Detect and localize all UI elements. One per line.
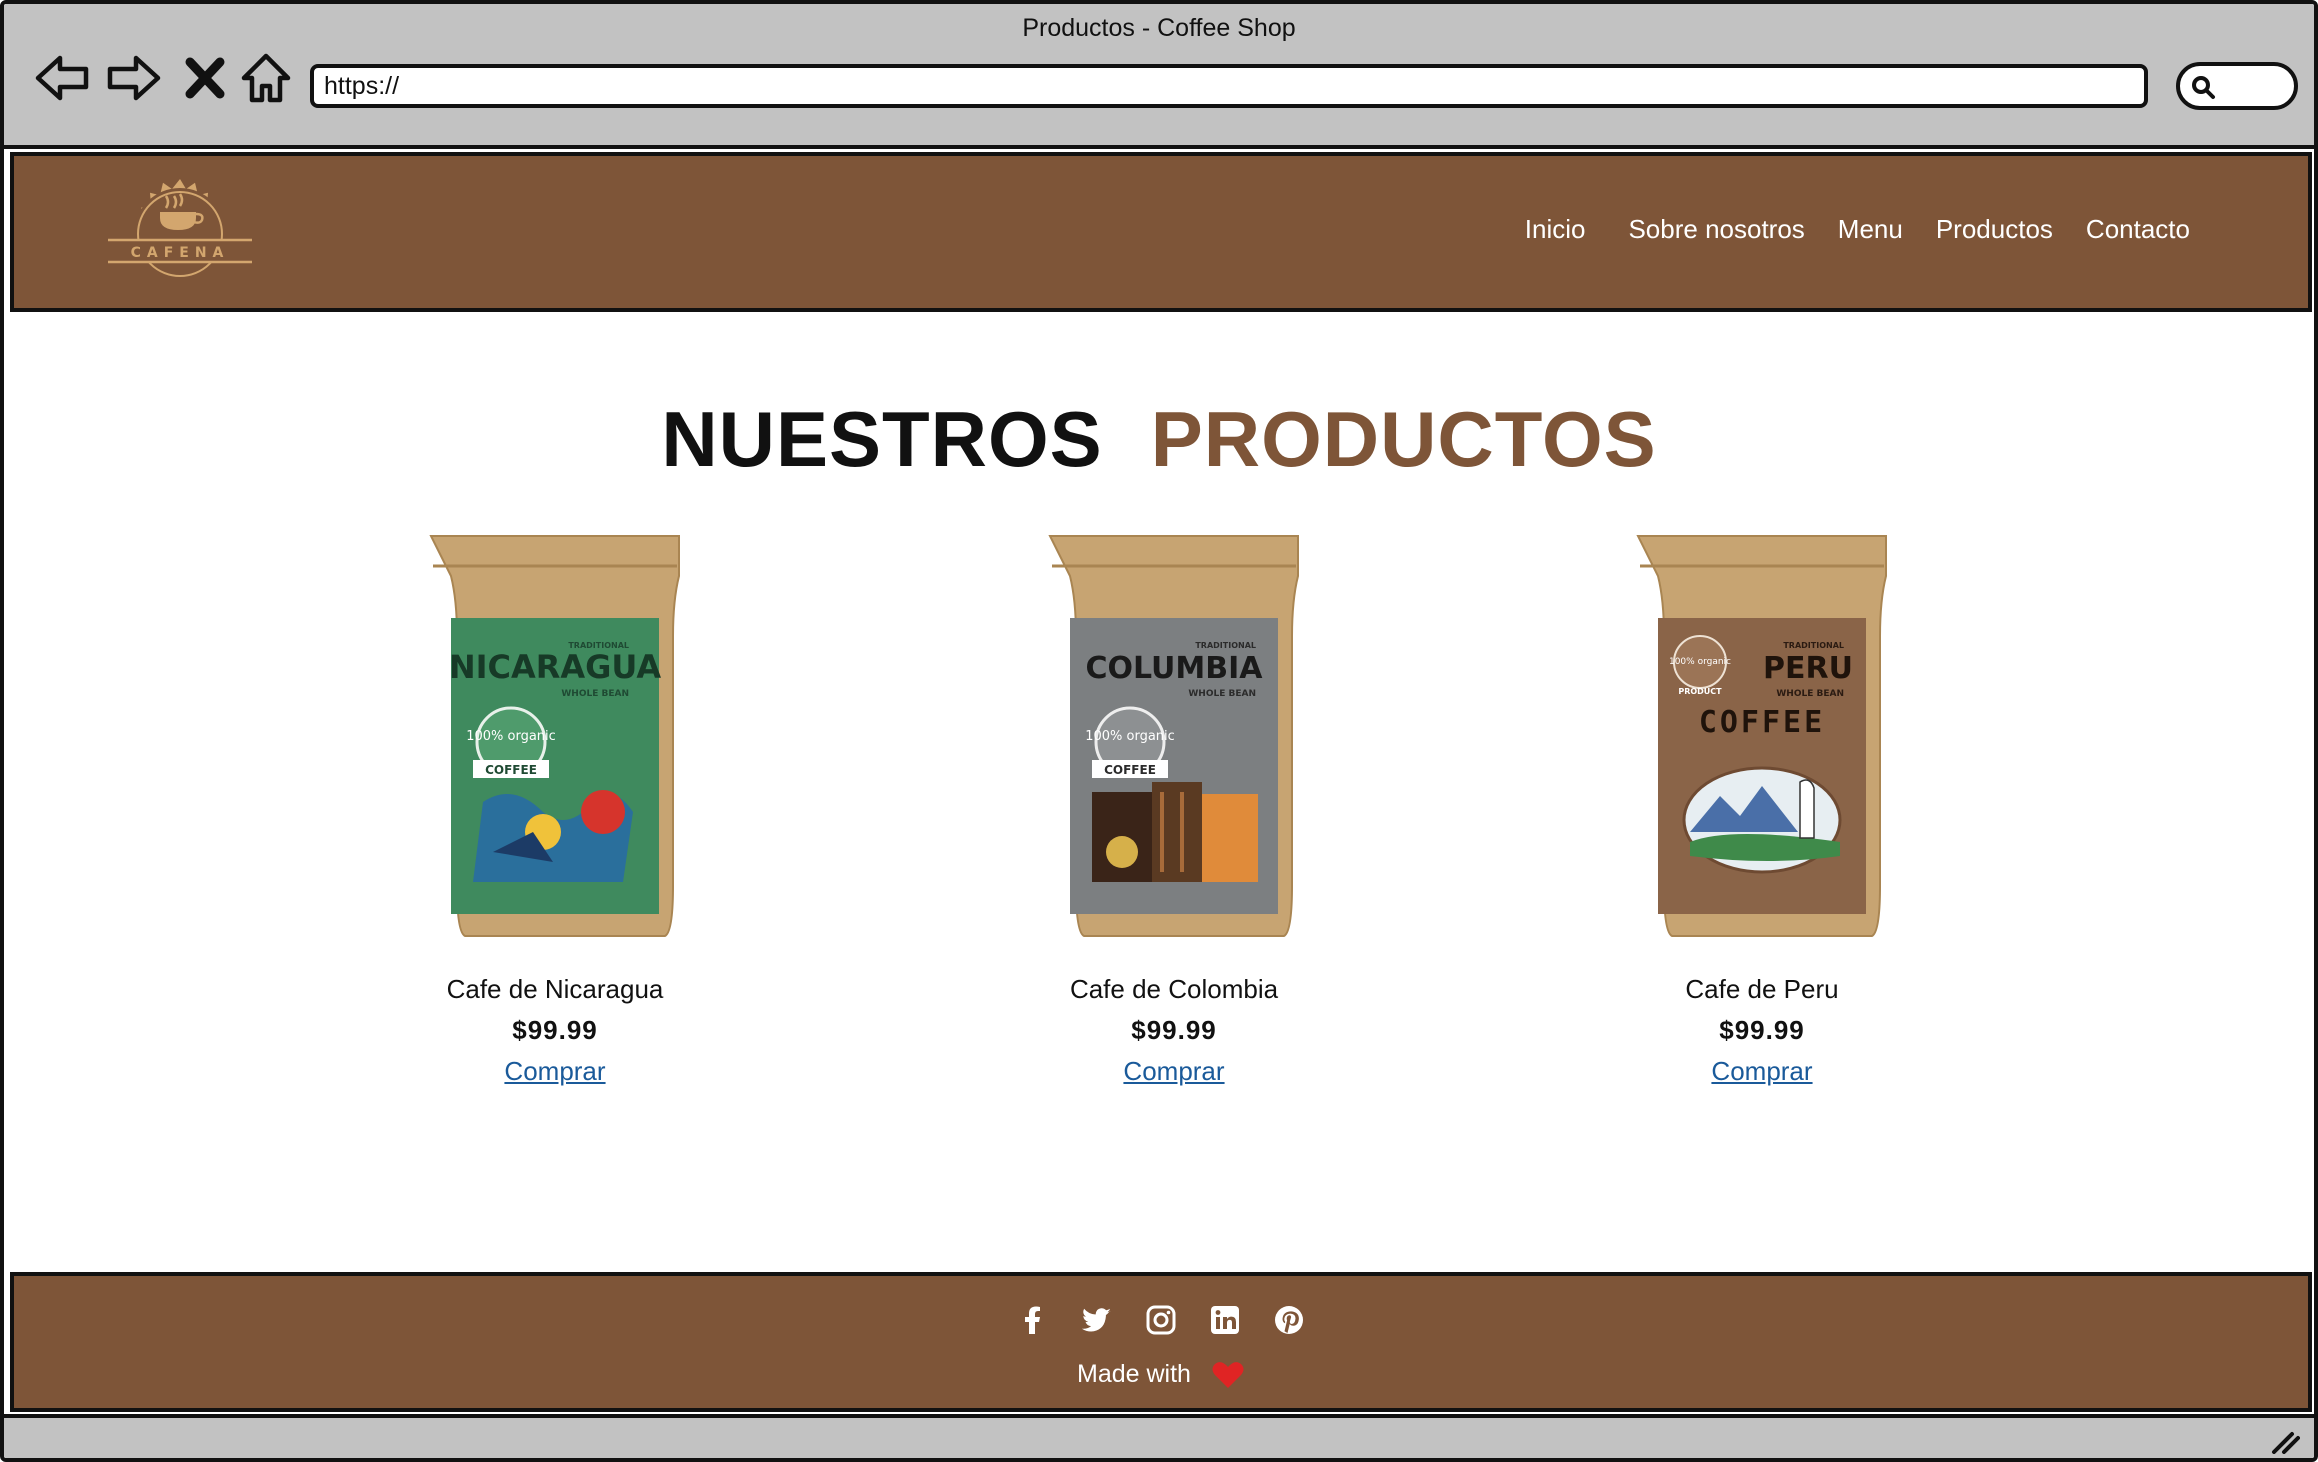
product-image-nicaragua[interactable]: TRADITIONAL NICARAGUA WHOLE BEAN 100% or… [423,532,687,942]
nav-productos[interactable]: Productos [1936,214,2053,245]
product-card: TRADITIONAL 100% organic PRODUCT PERU WH… [1622,532,1902,1087]
product-name: Cafe de Colombia [1069,974,1279,1004]
nav-contacto[interactable]: Contacto [2086,214,2190,245]
browser-status-bar [4,1414,2314,1458]
browser-chrome: Productos - Coffee Shop https:// [4,4,2314,149]
product-price: $99.99 [1131,1015,1217,1045]
forward-arrow-icon[interactable] [104,48,164,108]
buy-link[interactable]: Comprar [1123,1056,1224,1087]
product-name: Cafe de Nicaragua [446,974,664,1004]
svg-text:WHOLE BEAN: WHOLE BEAN [1776,689,1844,699]
product-image-peru[interactable]: TRADITIONAL 100% organic PRODUCT PERU WH… [1630,532,1894,942]
window-title: Productos - Coffee Shop [1022,14,1296,42]
svg-text:COFFEE: COFFEE [1699,705,1825,740]
svg-text:WHOLE BEAN: WHOLE BEAN [561,689,629,699]
nav-sobre-nosotros[interactable]: Sobre nosotros [1628,214,1804,245]
resize-grip-icon[interactable] [2270,1428,2300,1454]
pinterest-icon[interactable] [1273,1304,1305,1336]
search-field[interactable] [2176,62,2298,110]
site-header: CAFENA Inicio Sobre nosotros Menu Produc… [10,152,2312,312]
nav-menu[interactable]: Menu [1838,214,1903,245]
svg-text:100% organic: 100% organic [1085,729,1175,744]
product-card: TRADITIONAL NICARAGUA WHOLE BEAN 100% or… [415,532,695,1087]
svg-text:COFFEE: COFFEE [485,763,537,777]
svg-text:TRADITIONAL: TRADITIONAL [1195,641,1256,650]
social-links [14,1304,2308,1336]
svg-text:COLUMBIA: COLUMBIA [1085,651,1263,686]
facebook-icon[interactable] [1017,1304,1049,1336]
address-bar[interactable]: https:// [310,64,2148,108]
product-card: TRADITIONAL COLUMBIA WHOLE BEAN 100% org… [1034,532,1314,1087]
main-nav: Inicio Sobre nosotros Menu Productos Con… [1525,214,2190,245]
svg-text:TRADITIONAL: TRADITIONAL [1783,641,1844,650]
site-footer: Made with [10,1272,2312,1412]
svg-text:100% organic: 100% organic [466,729,556,744]
close-icon[interactable] [180,48,230,108]
page-title-word-1: NUESTROS [661,395,1103,483]
svg-text:CAFENA: CAFENA [131,245,230,261]
product-price: $99.99 [512,1015,598,1045]
browser-window: Productos - Coffee Shop https:// CAFENA … [0,0,2318,1462]
svg-text:WHOLE BEAN: WHOLE BEAN [1188,689,1256,699]
page-title: NUESTROS PRODUCTOS [4,394,2314,485]
instagram-icon[interactable] [1145,1304,1177,1336]
back-arrow-icon[interactable] [32,48,92,108]
twitter-icon[interactable] [1081,1304,1113,1336]
svg-text:100% organic: 100% organic [1669,657,1731,667]
buy-link[interactable]: Comprar [1711,1056,1812,1087]
page-title-word-2: PRODUCTOS [1150,395,1657,483]
svg-text:PRODUCT: PRODUCT [1678,687,1722,696]
product-name: Cafe de Peru [1685,974,1839,1004]
product-image-colombia[interactable]: TRADITIONAL COLUMBIA WHOLE BEAN 100% org… [1042,532,1306,942]
svg-text:PERU: PERU [1763,651,1853,686]
made-with-text: Made with [14,1360,2308,1390]
heart-icon [1211,1360,1245,1390]
product-price: $99.99 [1719,1015,1805,1045]
svg-text:NICARAGUA: NICARAGUA [449,648,662,686]
home-icon[interactable] [236,48,296,108]
svg-text:COFFEE: COFFEE [1104,763,1156,777]
linkedin-icon[interactable] [1209,1304,1241,1336]
search-icon [2192,76,2215,99]
nav-inicio[interactable]: Inicio [1525,214,1586,245]
made-with-label: Made with [1077,1360,1191,1388]
cafena-logo[interactable]: CAFENA [102,168,258,298]
buy-link[interactable]: Comprar [504,1056,605,1087]
